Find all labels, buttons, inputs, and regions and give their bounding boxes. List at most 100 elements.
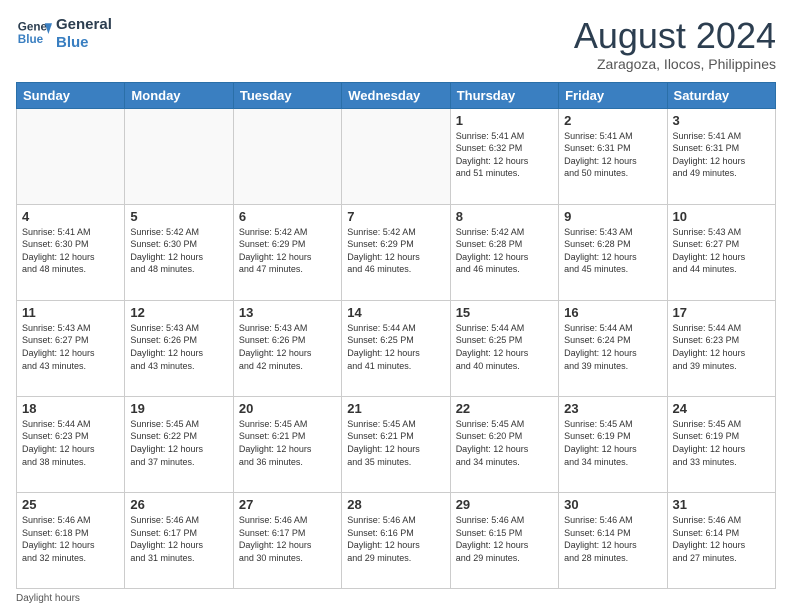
day-number: 14: [347, 305, 444, 320]
calendar-cell: [233, 108, 341, 204]
day-info: Sunrise: 5:41 AM Sunset: 6:30 PM Dayligh…: [22, 226, 119, 276]
location: Zaragoza, Ilocos, Philippines: [574, 56, 776, 72]
calendar-header-thursday: Thursday: [450, 82, 558, 108]
day-info: Sunrise: 5:42 AM Sunset: 6:30 PM Dayligh…: [130, 226, 227, 276]
day-number: 22: [456, 401, 553, 416]
day-info: Sunrise: 5:45 AM Sunset: 6:20 PM Dayligh…: [456, 418, 553, 468]
day-info: Sunrise: 5:44 AM Sunset: 6:24 PM Dayligh…: [564, 322, 661, 372]
day-info: Sunrise: 5:46 AM Sunset: 6:14 PM Dayligh…: [564, 514, 661, 564]
calendar-cell: 30 Sunrise: 5:46 AM Sunset: 6:14 PM Dayli…: [559, 492, 667, 588]
day-number: 9: [564, 209, 661, 224]
logo-line1: General: [56, 16, 112, 34]
day-info: Sunrise: 5:43 AM Sunset: 6:26 PM Dayligh…: [130, 322, 227, 372]
day-number: 30: [564, 497, 661, 512]
calendar-cell: 17Sunrise: 5:44 AM Sunset: 6:23 PM Dayli…: [667, 300, 775, 396]
calendar-cell: 26 Sunrise: 5:46 AM Sunset: 6:17 PM Dayli…: [125, 492, 233, 588]
calendar-cell: 8 Sunrise: 5:42 AM Sunset: 6:28 PM Daylig…: [450, 204, 558, 300]
footer-note: Daylight hours: [16, 593, 776, 604]
calendar-cell: 15Sunrise: 5:44 AM Sunset: 6:25 PM Dayli…: [450, 300, 558, 396]
calendar-cell: 21Sunrise: 5:45 AM Sunset: 6:21 PM Dayli…: [342, 396, 450, 492]
day-info: Sunrise: 5:43 AM Sunset: 6:27 PM Dayligh…: [673, 226, 770, 276]
day-info: Sunrise: 5:44 AM Sunset: 6:23 PM Dayligh…: [22, 418, 119, 468]
day-number: 25: [22, 497, 119, 512]
calendar-cell: 27Sunrise: 5:46 AM Sunset: 6:17 PM Dayli…: [233, 492, 341, 588]
day-info: Sunrise: 5:44 AM Sunset: 6:23 PM Dayligh…: [673, 322, 770, 372]
day-number: 20: [239, 401, 336, 416]
day-info: Sunrise: 5:41 AM Sunset: 6:31 PM Dayligh…: [673, 130, 770, 180]
day-number: 1: [456, 113, 553, 128]
calendar-cell: 3 Sunrise: 5:41 AM Sunset: 6:31 PM Daylig…: [667, 108, 775, 204]
day-info: Sunrise: 5:43 AM Sunset: 6:26 PM Dayligh…: [239, 322, 336, 372]
logo-line2: Blue: [56, 34, 112, 52]
svg-text:Blue: Blue: [18, 33, 44, 46]
calendar-cell: 2 Sunrise: 5:41 AM Sunset: 6:31 PM Daylig…: [559, 108, 667, 204]
page: General Blue General Blue August 2024 Za…: [0, 0, 792, 612]
header: General Blue General Blue August 2024 Za…: [16, 16, 776, 72]
calendar-cell: 22 Sunrise: 5:45 AM Sunset: 6:20 PM Dayli…: [450, 396, 558, 492]
month-title: August 2024: [574, 16, 776, 56]
day-info: Sunrise: 5:46 AM Sunset: 6:17 PM Dayligh…: [130, 514, 227, 564]
calendar-cell: 25 Sunrise: 5:46 AM Sunset: 6:18 PM Dayli…: [17, 492, 125, 588]
calendar-cell: 9 Sunrise: 5:43 AM Sunset: 6:28 PM Daylig…: [559, 204, 667, 300]
calendar-cell: 24 Sunrise: 5:45 AM Sunset: 6:19 PM Dayli…: [667, 396, 775, 492]
calendar: SundayMondayTuesdayWednesdayThursdayFrid…: [16, 82, 776, 589]
day-number: 11: [22, 305, 119, 320]
calendar-week-4: 25 Sunrise: 5:46 AM Sunset: 6:18 PM Dayli…: [17, 492, 776, 588]
calendar-cell: 4 Sunrise: 5:41 AM Sunset: 6:30 PM Daylig…: [17, 204, 125, 300]
day-number: 7: [347, 209, 444, 224]
calendar-cell: 18Sunrise: 5:44 AM Sunset: 6:23 PM Dayli…: [17, 396, 125, 492]
calendar-header-friday: Friday: [559, 82, 667, 108]
day-number: 3: [673, 113, 770, 128]
day-number: 4: [22, 209, 119, 224]
day-info: Sunrise: 5:46 AM Sunset: 6:18 PM Dayligh…: [22, 514, 119, 564]
day-number: 5: [130, 209, 227, 224]
calendar-week-1: 4 Sunrise: 5:41 AM Sunset: 6:30 PM Daylig…: [17, 204, 776, 300]
calendar-week-0: 1Sunrise: 5:41 AM Sunset: 6:32 PM Daylig…: [17, 108, 776, 204]
calendar-cell: 10 Sunrise: 5:43 AM Sunset: 6:27 PM Dayli…: [667, 204, 775, 300]
day-info: Sunrise: 5:46 AM Sunset: 6:14 PM Dayligh…: [673, 514, 770, 564]
calendar-week-3: 18Sunrise: 5:44 AM Sunset: 6:23 PM Dayli…: [17, 396, 776, 492]
day-number: 13: [239, 305, 336, 320]
calendar-cell: 19Sunrise: 5:45 AM Sunset: 6:22 PM Dayli…: [125, 396, 233, 492]
calendar-cell: 20 Sunrise: 5:45 AM Sunset: 6:21 PM Dayli…: [233, 396, 341, 492]
calendar-cell: 29Sunrise: 5:46 AM Sunset: 6:15 PM Dayli…: [450, 492, 558, 588]
calendar-header-wednesday: Wednesday: [342, 82, 450, 108]
logo: General Blue General Blue: [16, 16, 112, 52]
calendar-cell: [342, 108, 450, 204]
calendar-cell: 11Sunrise: 5:43 AM Sunset: 6:27 PM Dayli…: [17, 300, 125, 396]
day-number: 23: [564, 401, 661, 416]
calendar-cell: [17, 108, 125, 204]
day-number: 27: [239, 497, 336, 512]
day-info: Sunrise: 5:45 AM Sunset: 6:19 PM Dayligh…: [564, 418, 661, 468]
day-info: Sunrise: 5:45 AM Sunset: 6:19 PM Dayligh…: [673, 418, 770, 468]
day-number: 24: [673, 401, 770, 416]
day-number: 8: [456, 209, 553, 224]
calendar-cell: 23 Sunrise: 5:45 AM Sunset: 6:19 PM Dayli…: [559, 396, 667, 492]
day-number: 6: [239, 209, 336, 224]
calendar-cell: [125, 108, 233, 204]
calendar-cell: 16Sunrise: 5:44 AM Sunset: 6:24 PM Dayli…: [559, 300, 667, 396]
calendar-header-sunday: Sunday: [17, 82, 125, 108]
calendar-cell: 13 Sunrise: 5:43 AM Sunset: 6:26 PM Dayli…: [233, 300, 341, 396]
day-number: 10: [673, 209, 770, 224]
day-number: 21: [347, 401, 444, 416]
day-info: Sunrise: 5:43 AM Sunset: 6:28 PM Dayligh…: [564, 226, 661, 276]
day-info: Sunrise: 5:42 AM Sunset: 6:28 PM Dayligh…: [456, 226, 553, 276]
day-info: Sunrise: 5:41 AM Sunset: 6:31 PM Dayligh…: [564, 130, 661, 180]
day-info: Sunrise: 5:42 AM Sunset: 6:29 PM Dayligh…: [347, 226, 444, 276]
calendar-header-saturday: Saturday: [667, 82, 775, 108]
calendar-cell: 14Sunrise: 5:44 AM Sunset: 6:25 PM Dayli…: [342, 300, 450, 396]
day-info: Sunrise: 5:42 AM Sunset: 6:29 PM Dayligh…: [239, 226, 336, 276]
day-number: 26: [130, 497, 227, 512]
day-info: Sunrise: 5:46 AM Sunset: 6:16 PM Dayligh…: [347, 514, 444, 564]
calendar-cell: 31Sunrise: 5:46 AM Sunset: 6:14 PM Dayli…: [667, 492, 775, 588]
day-number: 2: [564, 113, 661, 128]
day-number: 28: [347, 497, 444, 512]
day-info: Sunrise: 5:44 AM Sunset: 6:25 PM Dayligh…: [456, 322, 553, 372]
day-info: Sunrise: 5:45 AM Sunset: 6:21 PM Dayligh…: [239, 418, 336, 468]
calendar-cell: 7 Sunrise: 5:42 AM Sunset: 6:29 PM Daylig…: [342, 204, 450, 300]
calendar-header-row: SundayMondayTuesdayWednesdayThursdayFrid…: [17, 82, 776, 108]
day-number: 19: [130, 401, 227, 416]
calendar-cell: 1Sunrise: 5:41 AM Sunset: 6:32 PM Daylig…: [450, 108, 558, 204]
logo-icon: General Blue: [16, 16, 52, 52]
